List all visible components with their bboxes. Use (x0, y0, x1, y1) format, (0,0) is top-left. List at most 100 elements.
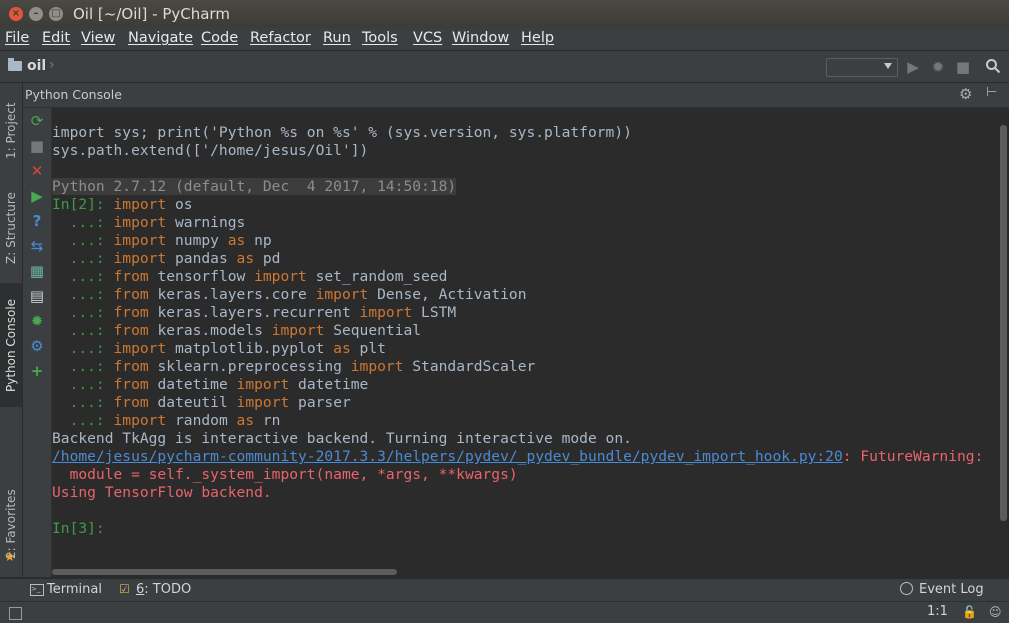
setup-line: import sys; print('Python %s on %s' % (s… (52, 124, 632, 141)
menu-vcs[interactable]: VCS (413, 30, 442, 46)
code-line: ...: from keras.models import Sequential (52, 322, 422, 340)
hide-panel-icon[interactable]: ⊢ (986, 85, 997, 100)
tab-todo-label: : TODO (144, 582, 192, 597)
tab-python-console-label: Python Console (4, 298, 18, 392)
vertical-scrollbar[interactable] (999, 108, 1009, 570)
left-tool-strip: 1: Project Z: Structure Python Console 2… (0, 83, 23, 577)
code-line: ...: import warnings (52, 214, 246, 232)
window-close-button[interactable]: × (9, 7, 23, 21)
continuation-prompt: ...: (52, 214, 114, 231)
add-console-icon[interactable]: + (28, 362, 46, 380)
input-prompt[interactable]: In[3]: (52, 520, 114, 537)
keyword: as (236, 412, 255, 429)
warning-detail: module = self._system_import(name, *args… (52, 466, 518, 483)
bottom-tool-tabs: >_ Terminal ☑ 6: TODO Event Log (0, 578, 1009, 601)
tool-window-title: Python Console (25, 87, 122, 102)
variables-icon[interactable]: ▦ (28, 262, 46, 280)
tab-project[interactable]: 1: Project (0, 88, 22, 174)
help-icon[interactable]: ? (28, 212, 46, 230)
soft-wrap-icon[interactable]: ⇆ (28, 237, 46, 255)
menu-run[interactable]: Run (323, 30, 351, 46)
breadcrumb-chevron-icon: › (49, 57, 55, 73)
warning-file-link[interactable]: /home/jesus/pycharm-community-2017.3.3/h… (52, 448, 843, 465)
debug-bug-icon[interactable]: ✹ (929, 58, 947, 76)
code-line: ...: import numpy as np (52, 232, 272, 250)
breadcrumb-project[interactable]: oil (27, 58, 46, 74)
window-maximize-button[interactable]: □ (49, 7, 63, 21)
settings-icon[interactable]: ⚙ (28, 337, 46, 355)
scrollbar-thumb[interactable] (1000, 125, 1007, 521)
code-text: plt (350, 340, 386, 357)
menu-help[interactable]: Help (521, 30, 554, 46)
menu-code[interactable]: Code (201, 30, 238, 46)
keyword: as (236, 250, 255, 267)
tool-windows-toggle-icon[interactable] (9, 607, 22, 620)
code-text: StandardScaler (403, 358, 536, 375)
horizontal-scrollbar[interactable] (52, 569, 998, 577)
favorites-star-icon: ★ (4, 550, 16, 565)
tab-structure[interactable]: Z: Structure (0, 178, 22, 278)
code-text: datetime (148, 376, 237, 393)
code-text: np (245, 232, 272, 249)
menu-window[interactable]: Window (452, 30, 509, 46)
keyword: import (113, 196, 167, 213)
code-text: parser (289, 394, 351, 411)
tool-window-header: Python Console ⚙ ⊢ (23, 83, 1009, 108)
lock-icon[interactable]: 🔓 (962, 605, 977, 619)
inspector-icon[interactable]: ☺ (989, 605, 1002, 619)
code-text: os (166, 196, 193, 213)
history-icon[interactable]: ▤ (28, 287, 46, 305)
keyword: from (113, 376, 149, 393)
tab-todo[interactable]: 6: TODO (136, 582, 191, 597)
run-configuration-select[interactable] (826, 58, 898, 77)
menu-file[interactable]: File (5, 30, 29, 46)
chevron-down-icon (884, 63, 892, 69)
code-text: Sequential (324, 322, 422, 339)
warning-line: /home/jesus/pycharm-community-2017.3.3/h… (52, 448, 992, 466)
keyword: import (236, 394, 290, 411)
code-text: random (166, 412, 237, 429)
gear-icon[interactable]: ⚙ (959, 85, 972, 103)
continuation-prompt: ...: (52, 394, 114, 411)
tab-event-log[interactable]: Event Log (919, 582, 984, 597)
stop-console-icon[interactable]: ■ (28, 137, 46, 155)
code-line: In[2]: import os (52, 196, 193, 214)
close-icon[interactable]: ✕ (28, 162, 46, 180)
keyword: as (333, 340, 351, 357)
execute-icon[interactable]: ▶ (28, 187, 46, 205)
menu-navigate[interactable]: Navigate (128, 30, 193, 46)
code-text: pd (254, 250, 281, 267)
menu-refactor[interactable]: Refactor (250, 30, 311, 46)
menu-edit[interactable]: Edit (42, 30, 70, 46)
continuation-prompt: ...: (52, 358, 114, 375)
code-text: tensorflow (148, 268, 255, 285)
debug-console-bug-icon[interactable]: ✹ (28, 312, 46, 330)
search-icon[interactable] (984, 58, 1002, 76)
menu-tools[interactable]: Tools (362, 30, 398, 46)
keyword: import (113, 214, 167, 231)
keyword: import (113, 412, 167, 429)
keyword: import (113, 340, 167, 357)
keyword: import (113, 250, 167, 267)
keyword: import (359, 304, 413, 321)
backend-message: Backend TkAgg is interactive backend. Tu… (52, 430, 632, 447)
code-text: numpy (166, 232, 228, 249)
tab-python-console[interactable]: Python Console (0, 283, 22, 407)
continuation-prompt: ...: (52, 412, 114, 429)
stop-icon[interactable]: ■ (954, 58, 972, 76)
console-output[interactable]: import sys; print('Python %s on %s' % (s… (52, 108, 998, 570)
setup-line: sys.path.extend(['/home/jesus/Oil']) (52, 142, 369, 159)
continuation-prompt: ...: (52, 232, 114, 249)
menu-view[interactable]: View (81, 30, 115, 46)
code-text: set_random_seed (306, 268, 448, 285)
continuation-prompt: ...: (52, 340, 114, 357)
scrollbar-thumb[interactable] (52, 569, 397, 575)
rerun-icon[interactable]: ⟳ (28, 112, 46, 130)
run-icon[interactable]: ▶ (904, 58, 922, 76)
continuation-prompt: ...: (52, 268, 114, 285)
tab-terminal[interactable]: Terminal (47, 582, 102, 597)
keyword: from (113, 358, 149, 375)
caret-position[interactable]: 1:1 (927, 604, 948, 619)
keyword: from (113, 304, 149, 321)
window-minimize-button[interactable]: – (29, 7, 43, 21)
